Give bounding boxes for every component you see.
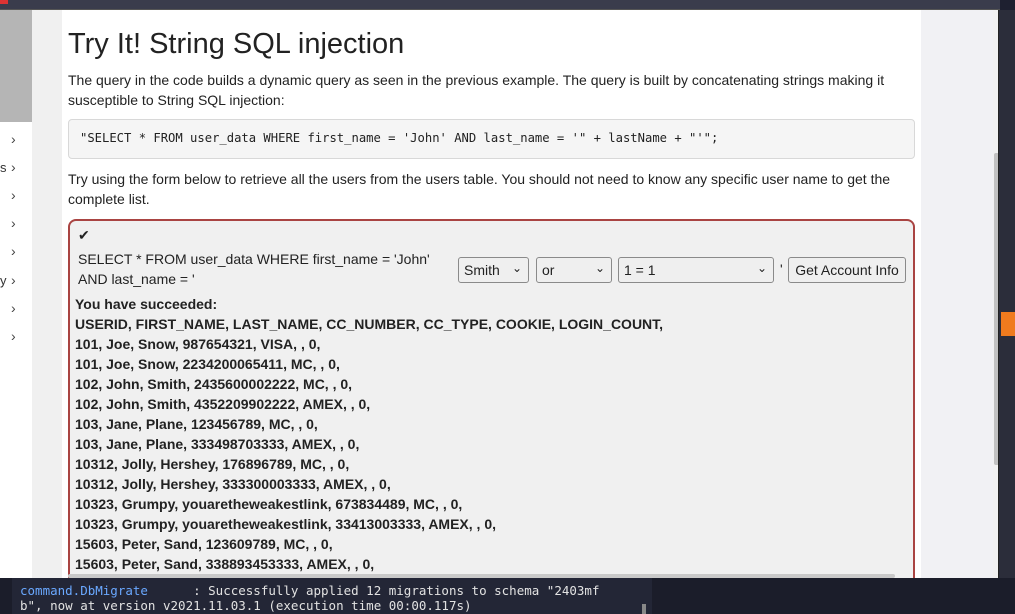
browser-chrome-edge (0, 0, 1000, 10)
side-tab[interactable] (1001, 312, 1015, 336)
chevron-right-icon: › (11, 328, 16, 344)
tab-indicator (0, 0, 8, 4)
sidebar-item-6[interactable]: y › (0, 270, 32, 294)
result-line: 10323, Grumpy, youaretheweakestlink, 334… (75, 516, 497, 532)
sidebar-item-3[interactable]: › (0, 185, 32, 209)
condition-select-value: 1 = 1 (624, 262, 656, 278)
lesson-sidebar: › s › › › › y › › › (0, 10, 32, 578)
result-line: 101, Joe, Snow, 987654321, VISA, , 0, (75, 336, 321, 352)
terminal-line-1: command.DbMigrate : Successfully applied… (20, 583, 599, 598)
lesson-instructions: Try using the form below to retrieve all… (68, 171, 891, 207)
chevron-right-icon: › (11, 215, 16, 231)
code-snippet: "SELECT * FROM user_data WHERE first_nam… (68, 119, 915, 159)
sidebar-item-2[interactable]: s › (0, 157, 32, 181)
terminal-panel: command.DbMigrate : Successfully applied… (0, 578, 1015, 614)
closing-quote: ' (780, 261, 783, 277)
chevron-right-icon: › (11, 131, 16, 147)
operator-select-value: or (542, 262, 555, 278)
sidebar-item-8[interactable]: › (0, 326, 32, 350)
result-line: 10312, Jolly, Hershey, 176896789, MC, , … (75, 456, 350, 472)
result-heading: You have succeeded: (75, 296, 218, 312)
chevron-right-icon: › (11, 243, 16, 259)
page-title: Try It! String SQL injection (68, 28, 405, 60)
vertical-scrollbar-thumb[interactable] (994, 153, 998, 465)
sidebar-item-label: y (0, 273, 7, 288)
terminal-command: command.DbMigrate (20, 583, 148, 598)
result-line: 15603, Peter, Sand, 338893453333, AMEX, … (75, 556, 375, 572)
result-line: 15603, Peter, Sand, 123609789, MC, , 0, (75, 536, 333, 552)
result-line: 101, Joe, Snow, 2234200065411, MC, , 0, (75, 356, 340, 372)
chevron-right-icon: › (11, 300, 16, 316)
lesson-intro: The query in the code builds a dynamic q… (68, 72, 885, 108)
sidebar-item-1[interactable]: › (0, 129, 32, 153)
chevron-right-icon: › (11, 272, 16, 288)
terminal-scrollbar[interactable] (642, 604, 646, 614)
result-line: 103, Jane, Plane, 333498703333, AMEX, , … (75, 436, 360, 452)
sidebar-item-5[interactable]: › (0, 241, 32, 265)
chevron-right-icon: › (11, 187, 16, 203)
result-output: You have succeeded: USERID, FIRST_NAME, … (75, 294, 663, 574)
result-line: 10312, Jolly, Hershey, 333300003333, AME… (75, 476, 391, 492)
chevron-down-icon: ⌄ (594, 261, 605, 275)
desktop-edge (1000, 10, 1015, 578)
result-line: USERID, FIRST_NAME, LAST_NAME, CC_NUMBER… (75, 316, 664, 332)
browser-viewport: › s › › › › y › › › Try It! String SQL i… (0, 10, 999, 578)
right-gutter (921, 10, 993, 578)
name-select[interactable]: Smith ⌄ (458, 257, 529, 283)
sidebar-item-label: s (0, 160, 7, 175)
terminal-message: : Successfully applied 12 migrations to … (147, 583, 600, 598)
result-line: 102, John, Smith, 4352209902222, AMEX, ,… (75, 396, 371, 412)
code-text: "SELECT * FROM user_data WHERE first_nam… (80, 131, 719, 145)
check-icon: ✔ (78, 227, 90, 243)
get-account-info-button[interactable]: Get Account Info (788, 257, 906, 283)
condition-select[interactable]: 1 = 1 ⌄ (618, 257, 774, 283)
sidebar-item-7[interactable]: › (0, 298, 32, 322)
result-line: 103, Jane, Plane, 123456789, MC, , 0, (75, 416, 318, 432)
operator-select[interactable]: or ⌄ (536, 257, 612, 283)
attack-form: ✔ SELECT * FROM user_data WHERE first_na… (68, 219, 915, 578)
result-line: 10323, Grumpy, youaretheweakestlink, 673… (75, 496, 463, 512)
chevron-down-icon: ⌄ (511, 261, 522, 275)
window-top-strip (0, 0, 1015, 10)
name-select-value: Smith (464, 262, 500, 278)
sidebar-item-4[interactable]: › (0, 213, 32, 237)
sidebar-header-block (0, 10, 32, 122)
chevron-right-icon: › (11, 159, 16, 175)
query-label: SELECT * FROM user_data WHERE first_name… (78, 251, 430, 287)
terminal-line-2: b", now at version v2021.11.03.1 (execut… (20, 598, 472, 613)
result-line: 102, John, Smith, 2435600002222, MC, , 0… (75, 376, 353, 392)
chevron-down-icon: ⌄ (756, 261, 767, 275)
